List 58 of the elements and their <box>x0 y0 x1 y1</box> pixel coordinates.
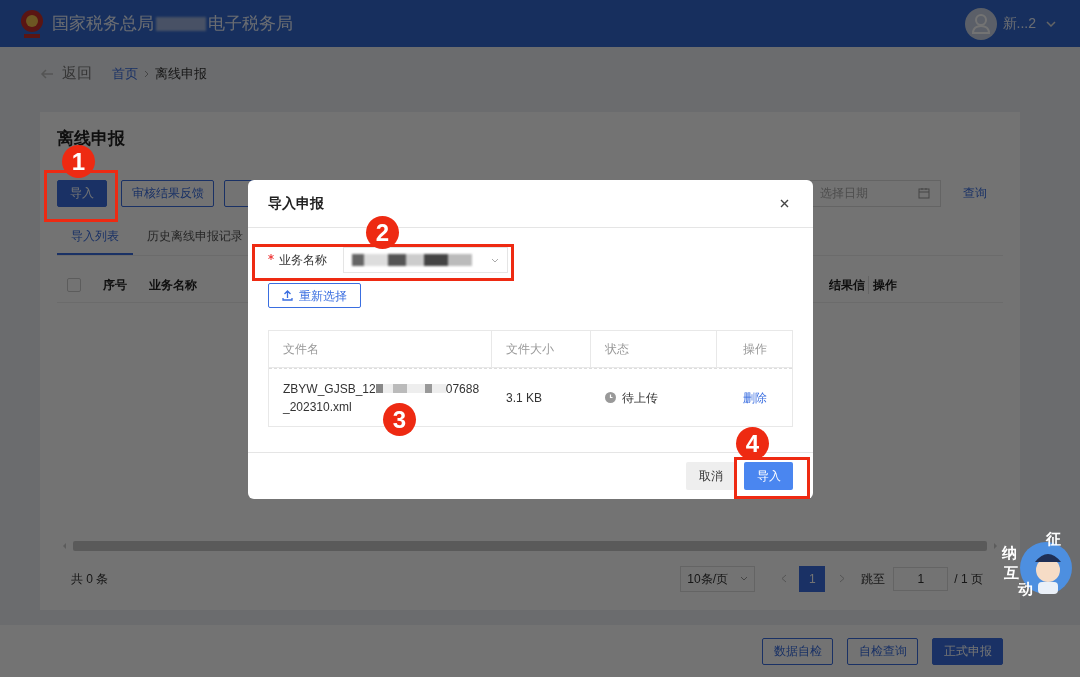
assistant-label: 互 <box>1004 563 1019 581</box>
page-size-value: 10条/页 <box>687 570 728 588</box>
jump-label: 跳至 <box>861 570 886 588</box>
assistant-label: 纳 <box>1002 543 1017 563</box>
status-text: 待上传 <box>622 389 658 407</box>
file-name: 07688 <box>445 380 480 398</box>
action-button[interactable]: 正式申报 <box>932 637 1003 665</box>
action-button[interactable]: 自检查询 <box>847 637 918 665</box>
column-header: 文件名 <box>269 331 492 367</box>
column-header: 业务名称 <box>149 276 197 294</box>
chevron-down-icon <box>740 576 749 581</box>
blurred-text <box>156 16 206 31</box>
dialog-button[interactable]: 取消 <box>686 462 735 490</box>
delete-link[interactable]: 删除 <box>742 388 767 407</box>
column-header: 序号 <box>103 276 127 294</box>
file-size: 3.1 KB <box>505 389 544 407</box>
column-header: 结果信 <box>829 275 869 294</box>
user-name: 新...2 <box>1002 14 1036 33</box>
jump-input[interactable]: 1 <box>893 566 949 591</box>
page-size-select[interactable]: 10条/页 <box>680 565 756 592</box>
tab[interactable]: 导入列表 <box>57 226 133 255</box>
site-title: 电子税务局 <box>208 12 293 35</box>
upload-icon <box>282 290 293 301</box>
column-header: 操作 <box>741 341 768 358</box>
field-label: 业务名称 <box>268 251 343 269</box>
query-link[interactable]: 查询 <box>963 184 987 202</box>
user-avatar-icon <box>964 7 997 40</box>
total-pages: / 1 页 <box>954 570 983 588</box>
toolbar-button[interactable]: 审核结果反馈 <box>121 179 214 207</box>
blurred-text <box>375 384 446 393</box>
column-header: 状态 <box>591 331 717 367</box>
clock-icon <box>605 392 616 403</box>
file-name: _202310.xml <box>283 398 353 416</box>
back-link[interactable]: 返回 <box>40 62 92 85</box>
column-header: 文件大小 <box>492 331 591 367</box>
breadcrumb-link[interactable]: 首页 <box>112 63 138 84</box>
breadcrumb-link[interactable]: 离线申报 <box>155 63 207 84</box>
toolbar-button[interactable]: 导入 <box>57 179 107 207</box>
chevron-right-icon <box>839 574 846 583</box>
arrow-left-icon <box>40 68 54 79</box>
chevron-left-icon <box>781 574 788 583</box>
reselect-button[interactable]: 重新选择 <box>268 283 361 308</box>
assistant-label: 动 <box>1018 580 1033 599</box>
page-button[interactable]: 1 <box>799 565 826 592</box>
dialog-button[interactable]: 导入 <box>744 462 793 490</box>
dialog-title: 导入申报 <box>268 194 324 213</box>
chevron-down-icon <box>1046 20 1056 27</box>
emblem-icon <box>18 7 46 40</box>
site-title: 国家税务总局 <box>52 12 154 35</box>
calendar-icon <box>918 187 930 199</box>
total-count: 共 0 条 <box>71 570 109 588</box>
chevron-right-icon <box>144 69 149 78</box>
action-button[interactable]: 数据自检 <box>762 637 833 665</box>
close-icon <box>780 199 789 208</box>
chevron-down-icon <box>491 257 499 263</box>
file-name: ZBYW_GJSB_12 <box>283 380 376 398</box>
assistant-label: 征 <box>1046 529 1061 549</box>
column-header: 操作 <box>873 276 898 294</box>
